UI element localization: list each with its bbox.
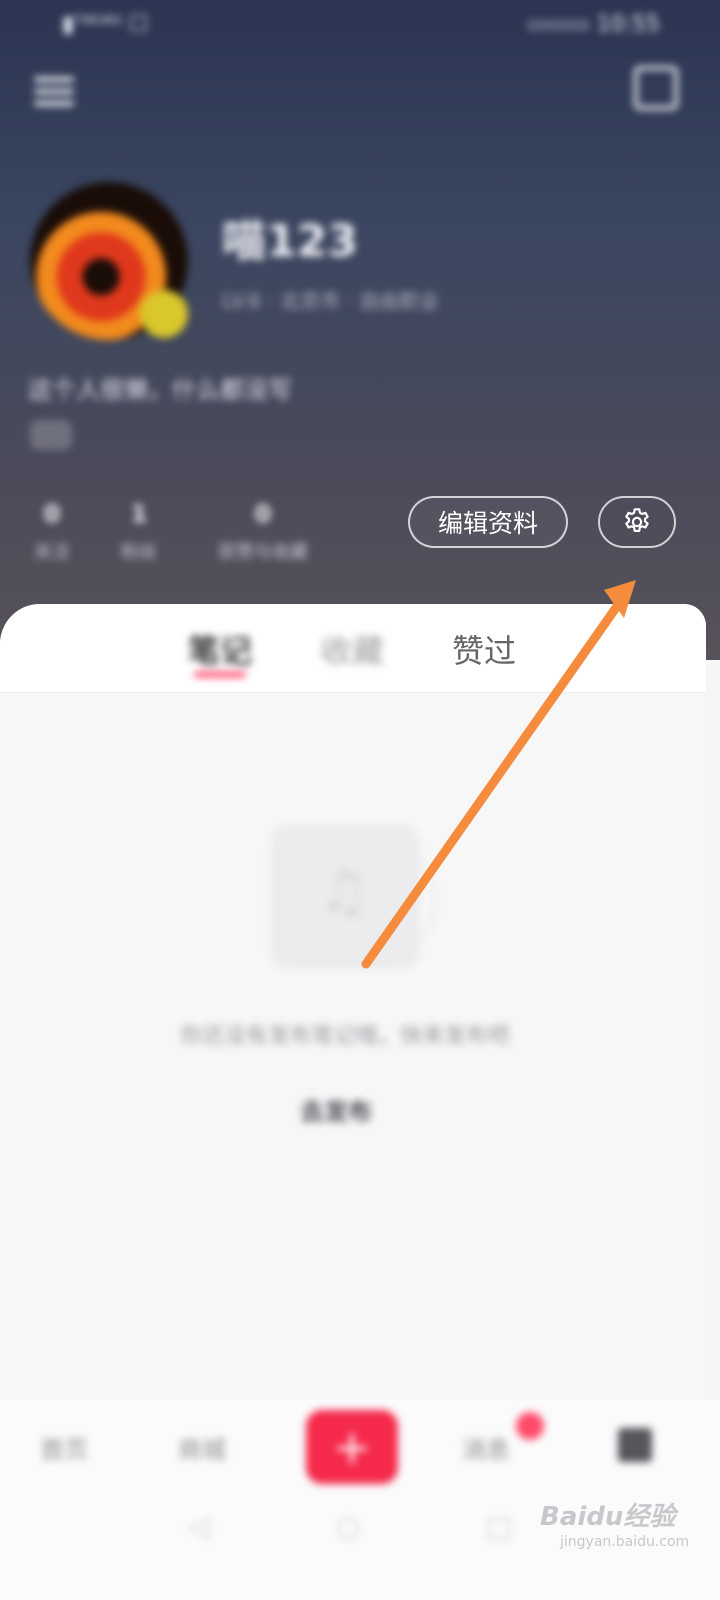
system-back-icon[interactable]: ◁ (188, 1510, 210, 1543)
nav-me[interactable]: 我 (618, 1428, 652, 1462)
gender-icon (30, 420, 72, 450)
battery-clock: ▭▭▭ 10:55 (527, 12, 660, 37)
stat-following[interactable]: 0 关注 (30, 500, 74, 564)
baidu-watermark-url: jingyan.baidu.com (560, 1534, 690, 1550)
publish-link[interactable]: 去发布 (300, 1092, 372, 1127)
stat-label: 粉丝 (121, 542, 157, 563)
stat-number: 0 (254, 500, 272, 528)
stat-likes[interactable]: 0 获赞与收藏 (204, 500, 322, 564)
nav-shop[interactable]: 商城 (178, 1430, 226, 1465)
username: 喵123 (222, 216, 358, 267)
status-bar: ▮ᵀ⁴ᴳ⁴ᴳ ☐ ▭▭▭ 10:55 (0, 0, 720, 50)
nav-messages[interactable]: 消息 (462, 1430, 510, 1465)
create-post-button[interactable]: + (306, 1410, 398, 1484)
system-home-icon[interactable]: ○ (336, 1510, 360, 1543)
user-meta: LV.6 · 北京市 · 自由职业 (222, 289, 440, 313)
stat-number: 1 (130, 500, 148, 528)
tab-notes[interactable]: 笔记 (188, 626, 252, 672)
system-recents-icon[interactable]: □ (486, 1510, 512, 1543)
settings-button[interactable] (598, 496, 676, 548)
gear-icon (625, 508, 649, 532)
stat-followers[interactable]: 1 粉丝 (114, 500, 164, 564)
message-badge (516, 1412, 544, 1440)
music-note-icon: ♫ (318, 860, 369, 925)
edit-profile-button[interactable]: 编辑资料 (408, 496, 568, 548)
share-icon[interactable] (634, 66, 678, 110)
active-tab-indicator (194, 672, 246, 677)
stat-label: 关注 (34, 542, 70, 563)
user-bio: 这个人很懒，什么都没写 (28, 376, 292, 404)
signal-indicators: ▮ᵀ⁴ᴳ⁴ᴳ ☐ (62, 12, 149, 37)
stat-label: 获赞与收藏 (218, 542, 308, 563)
empty-state-text: 你还没有发布笔记哦，快来发布吧 (179, 1024, 510, 1049)
tab-favorites[interactable]: 收藏 (320, 626, 384, 672)
stat-number: 0 (43, 500, 61, 528)
tab-liked[interactable]: 赞过 (452, 626, 516, 672)
menu-icon[interactable] (32, 70, 76, 114)
baidu-watermark: Baidu经验 (540, 1502, 676, 1532)
avatar-badge-icon (140, 290, 188, 338)
nav-home[interactable]: 首页 (40, 1430, 88, 1465)
